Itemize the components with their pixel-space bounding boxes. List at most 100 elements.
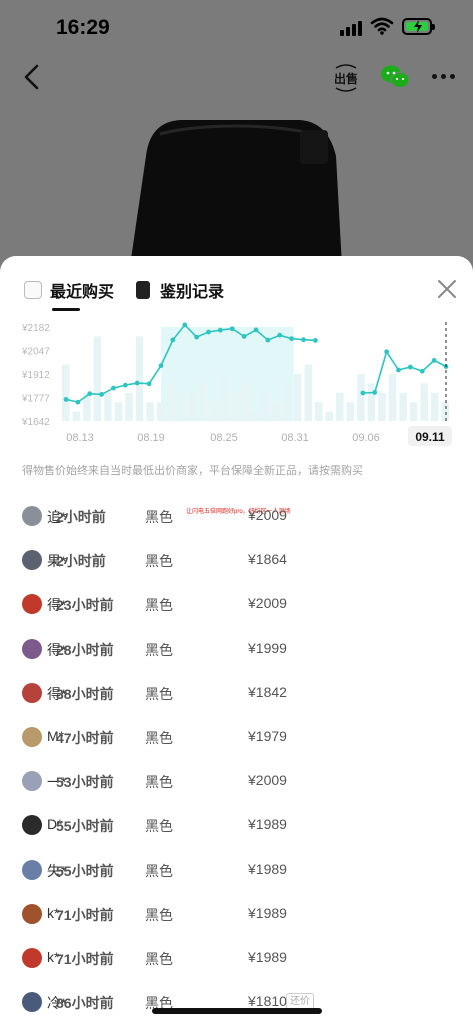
price-point (99, 391, 105, 397)
tab-label: 鉴别记录 (160, 284, 225, 301)
volume-bar (430, 392, 439, 421)
volume-bar (104, 392, 112, 421)
status-bar: 16:29 (0, 0, 473, 56)
purchase-time: 28小时前 (56, 641, 114, 658)
purchase-row: k* 黑色 ¥1989 71小时前 (0, 936, 473, 980)
volume-bar (125, 392, 133, 421)
purchase-time: 71小时前 (56, 906, 114, 923)
x-tick-label: 08.25 (210, 432, 238, 444)
volume-bar (325, 411, 334, 421)
purchase-row: 追* 黑色 ¥2009 2小时前 (0, 494, 473, 538)
volume-bar (420, 383, 428, 421)
avatar (22, 638, 42, 659)
sell-button[interactable]: 出售 (332, 64, 360, 92)
price-point (206, 329, 211, 335)
volume-bar (293, 374, 302, 421)
price-point (122, 382, 128, 388)
purchase-row: D* 黑色 ¥1989 55小时前 (0, 803, 473, 847)
x-tick-label: 09.06 (352, 432, 380, 444)
avatar (22, 948, 42, 968)
purchase-row: 得* 黑色 ¥1842 38小时前 (0, 671, 473, 715)
purchase-record-sheet: 最近购买 鉴别记录 ¥2182 ¥2047 ¥1912 ¥1777 ¥1642 08.13… (0, 256, 473, 1024)
wechat-share-icon[interactable] (380, 64, 410, 90)
purchase-row: k* 黑色 ¥1989 71小时前 (0, 892, 473, 936)
close-icon[interactable] (436, 278, 458, 300)
price-point (431, 358, 437, 363)
volume-bar (114, 402, 123, 421)
price-point (217, 327, 223, 333)
price-point (407, 364, 413, 370)
volume-bar (177, 392, 186, 421)
price-point (360, 390, 366, 396)
volume-bar (209, 402, 218, 421)
price-point (158, 363, 164, 369)
wifi-icon (370, 17, 394, 35)
avatar (22, 992, 42, 1013)
price-point (182, 322, 188, 328)
purchase-row: 一* 黑色 ¥2009 53小时前 (0, 759, 473, 803)
price-point (194, 334, 200, 340)
volume-bar (72, 411, 81, 421)
purchase-time: 53小时前 (56, 774, 114, 791)
price-point (289, 336, 295, 342)
price-point (170, 337, 176, 343)
volume-bar (304, 364, 312, 421)
volume-bar (167, 383, 175, 421)
home-indicator (152, 1008, 322, 1014)
purchase-row: 果* 黑色 ¥1864 2小时前 (0, 538, 473, 582)
purchase-time: 55小时前 (56, 818, 114, 835)
x-tick-label: 09.11 (415, 430, 445, 444)
avatar (22, 903, 42, 924)
avatar (22, 815, 42, 836)
price-chart-svg: ¥2182 ¥2047 ¥1912 ¥1777 ¥1642 08.13 08.19 08.25… (21, 322, 452, 446)
x-tick-label: 08.13 (66, 432, 94, 444)
tab-recent-purchases[interactable]: 最近购买 (24, 278, 114, 302)
volume-bar (241, 383, 249, 421)
product-image (130, 120, 342, 266)
clock: 16:29 (56, 16, 110, 39)
volume-bar (357, 374, 365, 421)
purchase-row: 得* 黑色 ¥1999 28小时前 (0, 627, 473, 671)
price-point (419, 368, 425, 374)
active-tab-indicator (52, 308, 80, 311)
purchase-time: 2小时前 (56, 553, 106, 570)
price-point (87, 391, 93, 397)
price-point (146, 381, 152, 387)
volume-bar (230, 392, 239, 421)
volume-bar (388, 374, 397, 421)
y-tick-label: ¥2182 (21, 323, 50, 334)
more-icon[interactable] (432, 74, 456, 80)
volume-bar (399, 392, 407, 421)
tab-authentication-records[interactable]: 鉴别记录 (136, 278, 224, 302)
avatar (22, 771, 42, 792)
volume-bar (93, 336, 102, 421)
volume-bar (283, 383, 291, 421)
volume-bar (146, 402, 154, 421)
battery-icon (402, 18, 435, 35)
y-tick-label: ¥1642 (21, 417, 50, 428)
purchase-time: 2小时前 (56, 509, 106, 525)
price-point (229, 326, 235, 332)
volume-bar (62, 364, 70, 421)
volume-bar (251, 411, 260, 421)
back-icon[interactable] (22, 64, 42, 90)
volume-bar (441, 402, 449, 421)
volume-bar (262, 392, 270, 421)
price-point (384, 349, 390, 355)
price-trend-chart[interactable]: ¥2182 ¥2047 ¥1912 ¥1777 ¥1642 08.13 08.19 08.25… (0, 322, 473, 452)
purchase-row: 冷* 黑色 ¥1810 86小时前 还价 (0, 980, 473, 1024)
volume-bar (378, 392, 386, 421)
recent-purchase-icon (24, 281, 42, 299)
price-point (253, 327, 259, 333)
sell-label: 出售 (334, 72, 359, 86)
authentication-icon (136, 281, 150, 299)
purchase-time: 55小时前 (56, 862, 114, 879)
x-tick-label: 08.31 (281, 432, 309, 444)
avatar (22, 506, 42, 526)
purchase-time: 23小时前 (56, 597, 114, 614)
volume-bar (135, 336, 144, 421)
volume-bar (272, 402, 281, 421)
price-point (75, 399, 81, 405)
purchase-time: 71小时前 (56, 951, 114, 967)
price-point (277, 332, 283, 338)
